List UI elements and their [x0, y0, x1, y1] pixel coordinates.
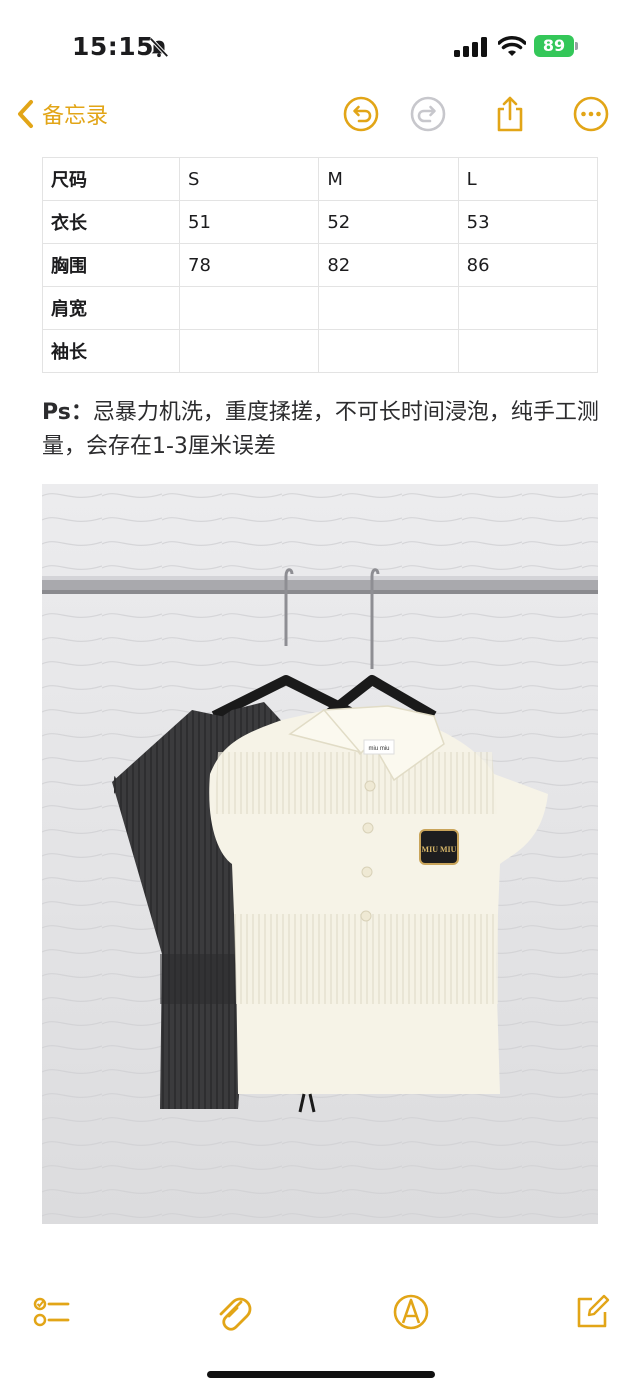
markup-button[interactable]	[389, 1290, 433, 1334]
table-row-header[interactable]: 肩宽	[42, 286, 180, 330]
table-row-header[interactable]: 袖长	[42, 329, 180, 373]
table-cell[interactable]	[457, 286, 599, 330]
status-time: 15:15	[72, 32, 155, 61]
compose-button[interactable]	[570, 1290, 614, 1334]
undo-icon	[343, 96, 379, 132]
more-button[interactable]	[571, 94, 611, 134]
bell-slash-icon	[149, 37, 169, 58]
table-row-header[interactable]: 尺码	[42, 157, 180, 201]
size-table: 尺码 S M L 衣长 51 52 53 胸围 78 82 86 肩宽 袖长	[42, 157, 599, 373]
table-row: 尺码 S M L	[42, 157, 599, 201]
back-button[interactable]: 备忘录	[16, 96, 108, 132]
neck-label-text: miu miu	[368, 746, 389, 752]
bottom-toolbar	[0, 1282, 640, 1342]
note-body: 忌暴力机洗，重度揉搓，不可长时间浸泡，纯手工测量，会存在1-3厘米误差	[42, 400, 599, 459]
attachment-button[interactable]	[211, 1290, 255, 1334]
table-cell[interactable]: S	[178, 157, 320, 201]
table-cell[interactable]: 53	[457, 200, 599, 244]
table-cell[interactable]	[318, 329, 459, 373]
table-row: 袖长	[42, 329, 599, 373]
table-row: 衣长 51 52 53	[42, 200, 599, 244]
checklist-button[interactable]	[30, 1290, 74, 1334]
paperclip-icon	[219, 1297, 252, 1331]
home-indicator[interactable]	[207, 1371, 435, 1378]
checklist-icon	[33, 1297, 70, 1327]
share-button[interactable]	[490, 94, 530, 134]
redo-icon	[410, 96, 446, 132]
note-text[interactable]: Ps：忌暴力机洗，重度揉搓，不可长时间浸泡，纯手工测量，会存在1-3厘米误差	[42, 396, 602, 464]
table-row: 胸围 78 82 86	[42, 243, 599, 287]
battery-cap	[575, 42, 578, 50]
wifi-icon	[498, 36, 526, 56]
back-label: 备忘录	[42, 104, 109, 129]
redo-button[interactable]	[408, 94, 448, 134]
logo-patch-text: MIU MIU	[422, 845, 457, 854]
table-row-header[interactable]: 衣长	[42, 200, 180, 244]
note-prefix: Ps：	[42, 400, 93, 425]
table-cell[interactable]	[457, 329, 599, 373]
share-icon	[497, 96, 523, 132]
undo-button[interactable]	[341, 94, 381, 134]
table-cell[interactable]: 51	[178, 200, 320, 244]
ellipsis-circle-icon	[573, 96, 609, 132]
battery-indicator: 89	[534, 35, 578, 57]
compose-icon	[577, 1294, 610, 1328]
product-photo[interactable]: miu miu MIU MIU	[42, 484, 598, 1224]
nav-bar: 备忘录	[0, 90, 640, 140]
table-cell[interactable]: 52	[318, 200, 459, 244]
pen-tip-circle-icon	[393, 1294, 429, 1330]
table-cell[interactable]: 82	[318, 243, 459, 287]
table-cell[interactable]	[318, 286, 459, 330]
table-row-header[interactable]: 胸围	[42, 243, 180, 287]
table-cell[interactable]: 86	[457, 243, 599, 287]
battery-level: 89	[534, 35, 574, 57]
table-cell[interactable]	[178, 286, 320, 330]
table-cell[interactable]: L	[457, 157, 599, 201]
table-cell[interactable]	[178, 329, 320, 373]
cellular-signal-icon	[454, 37, 487, 57]
table-cell[interactable]: 78	[178, 243, 320, 287]
photo-illustration: miu miu MIU MIU	[42, 484, 598, 1224]
status-bar: 15:15 89	[0, 0, 640, 90]
table-cell[interactable]: M	[318, 157, 459, 201]
chevron-left-icon	[18, 100, 33, 128]
table-row: 肩宽	[42, 286, 599, 330]
